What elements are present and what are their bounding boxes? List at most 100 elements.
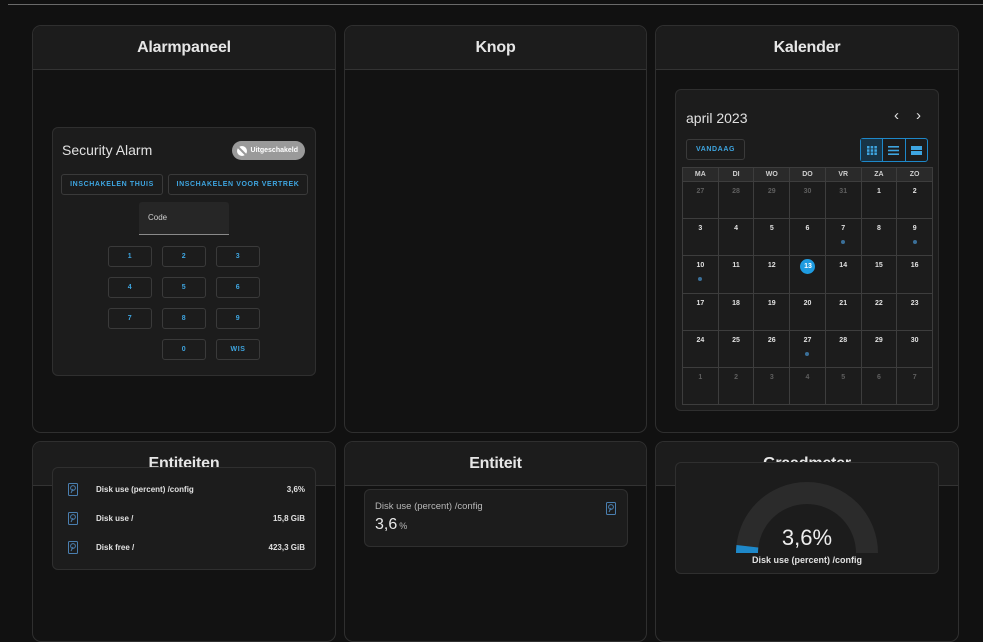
harddisk-icon: [68, 540, 78, 554]
calendar-day[interactable]: 23: [897, 293, 932, 330]
alarm-card-title: Security Alarm: [62, 142, 153, 158]
calendar-day[interactable]: 25: [718, 330, 754, 367]
calendar-day[interactable]: 5: [754, 219, 790, 256]
calendar-day[interactable]: 1: [683, 367, 718, 404]
keypad-key-3[interactable]: 3: [216, 246, 260, 267]
calendar-day[interactable]: 15: [861, 256, 897, 293]
calendar-day[interactable]: 6: [790, 219, 825, 256]
panel-title: Knop: [345, 26, 646, 70]
entities-card: Disk use (percent) /config 3,6% Disk use /…: [52, 467, 316, 570]
day-number: 9: [912, 225, 917, 233]
arm-away-button[interactable]: INSCHAKELEN VOOR VERTREK: [168, 174, 308, 195]
alarm-state-badge[interactable]: Uitgeschakeld: [231, 141, 305, 160]
grid-view-icon[interactable]: [861, 139, 883, 161]
next-month-icon[interactable]: ›: [916, 107, 921, 124]
day-number: 3: [769, 373, 774, 381]
week-view-icon[interactable]: [904, 139, 927, 161]
calendar-day[interactable]: 6: [861, 367, 897, 404]
calendar-day[interactable]: 16: [897, 256, 932, 293]
event-dot: [912, 240, 917, 245]
keypad-key-2[interactable]: 2: [162, 246, 206, 267]
calendar-day[interactable]: 19: [754, 293, 790, 330]
day-number: 23: [910, 299, 919, 307]
keypad-key-6[interactable]: 6: [216, 277, 260, 298]
button-panel[interactable]: Knop: [344, 25, 647, 433]
gauge-card[interactable]: 3,6% Disk use (percent) /config: [675, 462, 939, 574]
calendar-day[interactable]: 29: [861, 330, 897, 367]
calendar-day[interactable]: 28: [825, 330, 861, 367]
list-view-icon[interactable]: [882, 139, 904, 161]
day-number: 4: [734, 225, 739, 233]
entities-panel: Entiteiten Disk use (percent) /config 3,6…: [32, 441, 336, 642]
calendar-day[interactable]: 29: [754, 182, 790, 219]
day-number: 7: [841, 225, 846, 233]
calendar-month: april 2023: [686, 110, 748, 126]
calendar-day[interactable]: 4: [718, 219, 754, 256]
weekday-header: WO: [754, 168, 790, 181]
calendar-day[interactable]: 1: [861, 182, 897, 219]
calendar-day[interactable]: 30: [897, 330, 932, 367]
calendar-day[interactable]: 3: [754, 367, 790, 404]
day-number: 30: [803, 188, 812, 195]
calendar-day[interactable]: 26: [754, 330, 790, 367]
calendar-day[interactable]: 21: [825, 293, 861, 330]
calendar-day[interactable]: 10: [683, 256, 718, 293]
keypad-key-5[interactable]: 5: [162, 277, 206, 298]
day-number: 1: [876, 188, 881, 195]
calendar-day[interactable]: 2: [718, 367, 754, 404]
entity-panel: Entiteit Disk use (percent) /config 3,6%: [344, 441, 647, 642]
calendar-day[interactable]: 18: [718, 293, 754, 330]
calendar-day[interactable]: 30: [790, 182, 825, 219]
calendar-day[interactable]: 17: [683, 293, 718, 330]
calendar-day[interactable]: 31: [825, 182, 861, 219]
today-button[interactable]: VANDAAG: [686, 139, 745, 160]
calendar-day[interactable]: 28: [718, 182, 754, 219]
day-number: 24: [696, 336, 705, 344]
calendar-day[interactable]: 22: [861, 293, 897, 330]
calendar-day[interactable]: 12: [754, 256, 790, 293]
calendar-day[interactable]: 9: [897, 219, 932, 256]
keypad-key-7[interactable]: 7: [108, 308, 152, 329]
calendar-day[interactable]: 3: [683, 219, 718, 256]
code-input[interactable]: Code: [139, 202, 229, 235]
calendar-day[interactable]: 20: [790, 293, 825, 330]
calendar-day[interactable]: 7: [825, 219, 861, 256]
calendar-day[interactable]: 27: [790, 330, 825, 367]
keypad-key-4[interactable]: 4: [108, 277, 152, 298]
day-number: 14: [839, 262, 848, 270]
calendar-day[interactable]: 8: [861, 219, 897, 256]
calendar-day[interactable]: 14: [825, 256, 861, 293]
weekday-header: ZA: [861, 168, 897, 181]
calendar-day[interactable]: 5: [825, 367, 861, 404]
calendar-day[interactable]: 7: [897, 367, 932, 404]
day-number: 11: [732, 262, 740, 270]
entity-card[interactable]: Disk use (percent) /config 3,6%: [364, 489, 628, 547]
entity-row[interactable]: Disk use / 15,8 GiB: [53, 508, 315, 528]
event-dot: [841, 240, 846, 245]
day-number: 26: [767, 336, 776, 344]
entity-row[interactable]: Disk use (percent) /config 3,6%: [53, 479, 315, 499]
day-number: 5: [769, 225, 774, 233]
calendar-day[interactable]: 4: [790, 367, 825, 404]
prev-month-icon[interactable]: ‹: [894, 107, 899, 124]
day-number: 25: [732, 336, 740, 344]
day-number: 1: [698, 373, 703, 381]
calendar-day-today[interactable]: 13: [790, 256, 825, 293]
clear-key-button[interactable]: WIS: [216, 339, 260, 360]
keypad-key-8[interactable]: 8: [162, 308, 206, 329]
day-number: 19: [767, 299, 776, 307]
entity-row-value: 15,8 GiB: [272, 513, 305, 523]
entity-row-value: 423,3 GiB: [268, 542, 305, 552]
calendar-day[interactable]: 11: [718, 256, 754, 293]
day-number: 28: [839, 336, 848, 344]
keypad-key-1[interactable]: 1: [108, 246, 152, 267]
day-number: 5: [841, 373, 846, 381]
day-number: 10: [696, 262, 705, 270]
keypad-key-0[interactable]: 0: [162, 339, 206, 360]
arm-home-button[interactable]: INSCHAKELEN THUIS: [61, 174, 163, 195]
calendar-day[interactable]: 27: [683, 182, 718, 219]
entity-row[interactable]: Disk free / 423,3 GiB: [53, 537, 315, 557]
calendar-day[interactable]: 24: [683, 330, 718, 367]
keypad-key-9[interactable]: 9: [216, 308, 260, 329]
calendar-day[interactable]: 2: [897, 182, 932, 219]
